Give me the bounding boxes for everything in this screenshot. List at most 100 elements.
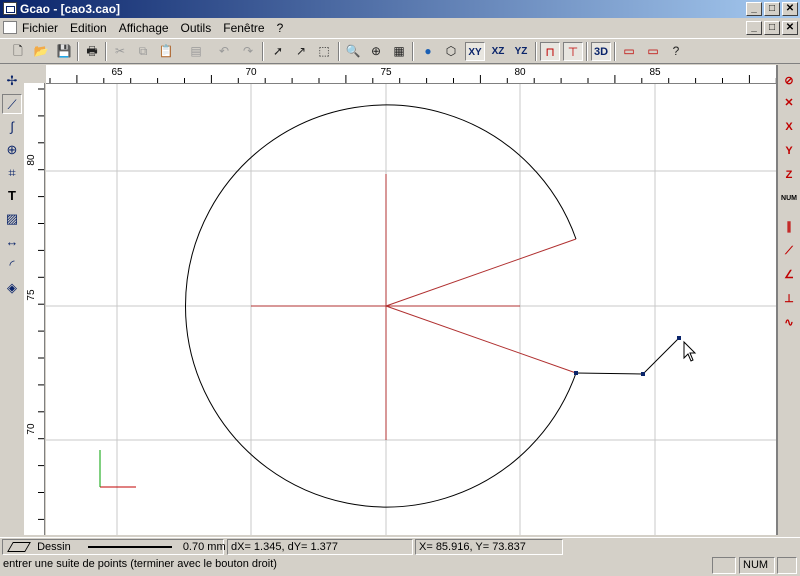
undo-icon[interactable]: ↶ [214,42,234,61]
mouse-cursor-icon [683,340,697,362]
status-bar-tools: Dessin 0.70 mm dX= 1.345, dY= 1.377 X= 8… [0,537,800,556]
properties-icon[interactable]: ▤ [186,42,206,61]
right-tool-palette: ⊘ ✕ X Y Z NUM ∥ ⟋ ∠ ⊥ ∿ [778,65,800,535]
menu-help[interactable]: ? [277,21,284,35]
text-tool-icon[interactable]: T [2,186,22,206]
doc-minimize-button[interactable]: _ [746,21,762,35]
status-bar: entrer une suite de points (terminer ave… [0,556,800,576]
select-arrow-icon[interactable]: ➚ [268,42,288,61]
app-icon[interactable] [3,2,17,15]
close-button[interactable]: ✕ [782,2,798,16]
save-disk-icon[interactable]: 💾 [54,42,74,61]
ruler-label-y80: 80 [26,154,37,166]
delta-field: dX= 1.345, dY= 1.377 [227,539,413,555]
curve-tool-icon[interactable]: ∫ [2,117,22,137]
snap-perpendicular-icon[interactable]: ⊥ [779,289,799,309]
snap-intersection-icon[interactable]: ✕ [779,93,799,113]
snap-num-button[interactable]: NUM [779,189,799,209]
snap-y-button[interactable]: Y [779,141,799,161]
ruler-label-y75: 75 [26,289,37,301]
snap-magnet-icon[interactable]: ⊓ [540,42,560,61]
layer-icon [7,542,31,553]
line-width-sample [87,546,172,549]
grid-lines [46,84,776,535]
view-3d-button[interactable]: 3D [591,42,611,61]
view-yz-button[interactable]: YZ [511,42,531,61]
menu-edition[interactable]: Edition [70,21,107,35]
render-sphere-icon[interactable]: ● [418,42,438,61]
snap-curve-icon[interactable]: ∿ [779,313,799,333]
snap-angle-icon[interactable]: ∠ [779,265,799,285]
new-file-icon[interactable]: 🗋 [8,42,28,61]
rectangle-tool-icon[interactable]: ⌗ [2,163,22,183]
menu-outils[interactable]: Outils [181,21,212,35]
menu-fenetre[interactable]: Fenêtre [223,21,264,35]
polyline-vertex[interactable] [641,372,645,376]
hatch-tool-icon[interactable]: ▨ [2,209,22,229]
ruler-label-65: 65 [111,67,123,78]
polyline-tool-icon[interactable]: ⟋ [2,94,22,114]
transform-tool-icon[interactable]: ◈ [2,278,22,298]
export-2d-icon[interactable]: ▭ [619,42,639,61]
open-folder-icon[interactable]: 📂 [31,42,51,61]
point-tool-icon[interactable]: ✢ [2,71,22,91]
zoom-pan-icon[interactable]: ⊕ [366,42,386,61]
ruler-label-85: 85 [649,67,661,78]
snap-tangent-icon[interactable]: ⟋ [779,241,799,261]
menu-affichage[interactable]: Affichage [119,21,169,35]
line-width-value: 0.70 mm [182,541,226,553]
cut-icon[interactable]: ✂ [110,42,130,61]
polyline-in-progress[interactable] [575,337,680,375]
document-icon[interactable] [3,21,17,34]
paste-icon[interactable]: 📋 [156,42,176,61]
ruler-label-70: 70 [245,67,257,78]
snap-x-button[interactable]: X [779,117,799,137]
snap-parallel-icon[interactable]: ∥ [779,217,799,237]
snap-point-icon[interactable]: ⊤ [563,42,583,61]
ruler-label-75: 75 [380,67,392,78]
ruler-label-80: 80 [514,67,526,78]
zoom-all-icon[interactable]: ▦ [389,42,409,61]
view-xz-button[interactable]: XZ [488,42,508,61]
menu-fichier[interactable]: Fichier [22,21,58,35]
dimension-tool-icon[interactable]: ↔ [2,232,22,252]
maximize-button[interactable]: □ [764,2,780,16]
axis-indicator [99,450,136,488]
status-hint: entrer une suite de points (terminer ave… [3,558,277,570]
fillet-tool-icon[interactable]: ◜ [2,255,22,275]
center-crosshair [251,174,520,440]
cube-view-icon[interactable]: ⬡ [441,42,461,61]
layer-linewidth-field[interactable]: Dessin 0.70 mm [2,539,226,555]
circle-tool-icon[interactable]: ⊕ [2,140,22,160]
status-indicator-blank [712,557,736,574]
view-xy-button[interactable]: XY [465,42,485,61]
minimize-button[interactable]: _ [746,2,762,16]
ruler-label-y70: 70 [26,423,37,435]
top-ruler: 65 70 75 80 85 [46,65,776,84]
export-3d-icon[interactable]: ▭ [643,42,663,61]
zoom-window-icon[interactable]: 🔍 [343,42,363,61]
layer-name: Dessin [37,541,71,553]
drawing-canvas[interactable] [46,84,776,535]
redo-icon[interactable]: ↷ [238,42,258,61]
coordinates-field: X= 85.916, Y= 73.837 [415,539,563,555]
polyline-vertex[interactable] [677,336,681,340]
select-curve-icon[interactable]: ↗ [291,42,311,61]
doc-restore-button[interactable]: □ [764,21,780,35]
title-bar[interactable]: Gcao - [cao3.cao] _ □ ✕ [0,0,800,18]
select-window-icon[interactable]: ⬚ [314,42,334,61]
left-ruler: 80 75 70 [24,83,45,535]
main-toolbar: 🗋 📂 💾 🖶 ✂ ⧉ 📋 ▤ ↶ ↷ ➚ ↗ ⬚ 🔍 ⊕ ▦ ● ⬡ XY X… [0,38,800,64]
menu-bar: Fichier Edition Affichage Outils Fenêtre… [0,18,800,38]
doc-close-button[interactable]: ✕ [782,21,798,35]
snap-z-button[interactable]: Z [779,165,799,185]
print-icon[interactable]: 🖶 [82,42,102,61]
snap-end-icon[interactable]: ⊘ [779,71,799,91]
status-indicator-blank-2 [777,557,797,574]
num-lock-indicator: NUM [739,557,775,574]
window-title: Gcao - [cao3.cao] [20,2,121,16]
left-tool-palette: ✢ ⟋ ∫ ⊕ ⌗ T ▨ ↔ ◜ ◈ [0,65,23,535]
help-pointer-icon[interactable]: ? [666,42,686,61]
polyline-vertex[interactable] [574,371,578,375]
copy-icon[interactable]: ⧉ [133,42,153,61]
